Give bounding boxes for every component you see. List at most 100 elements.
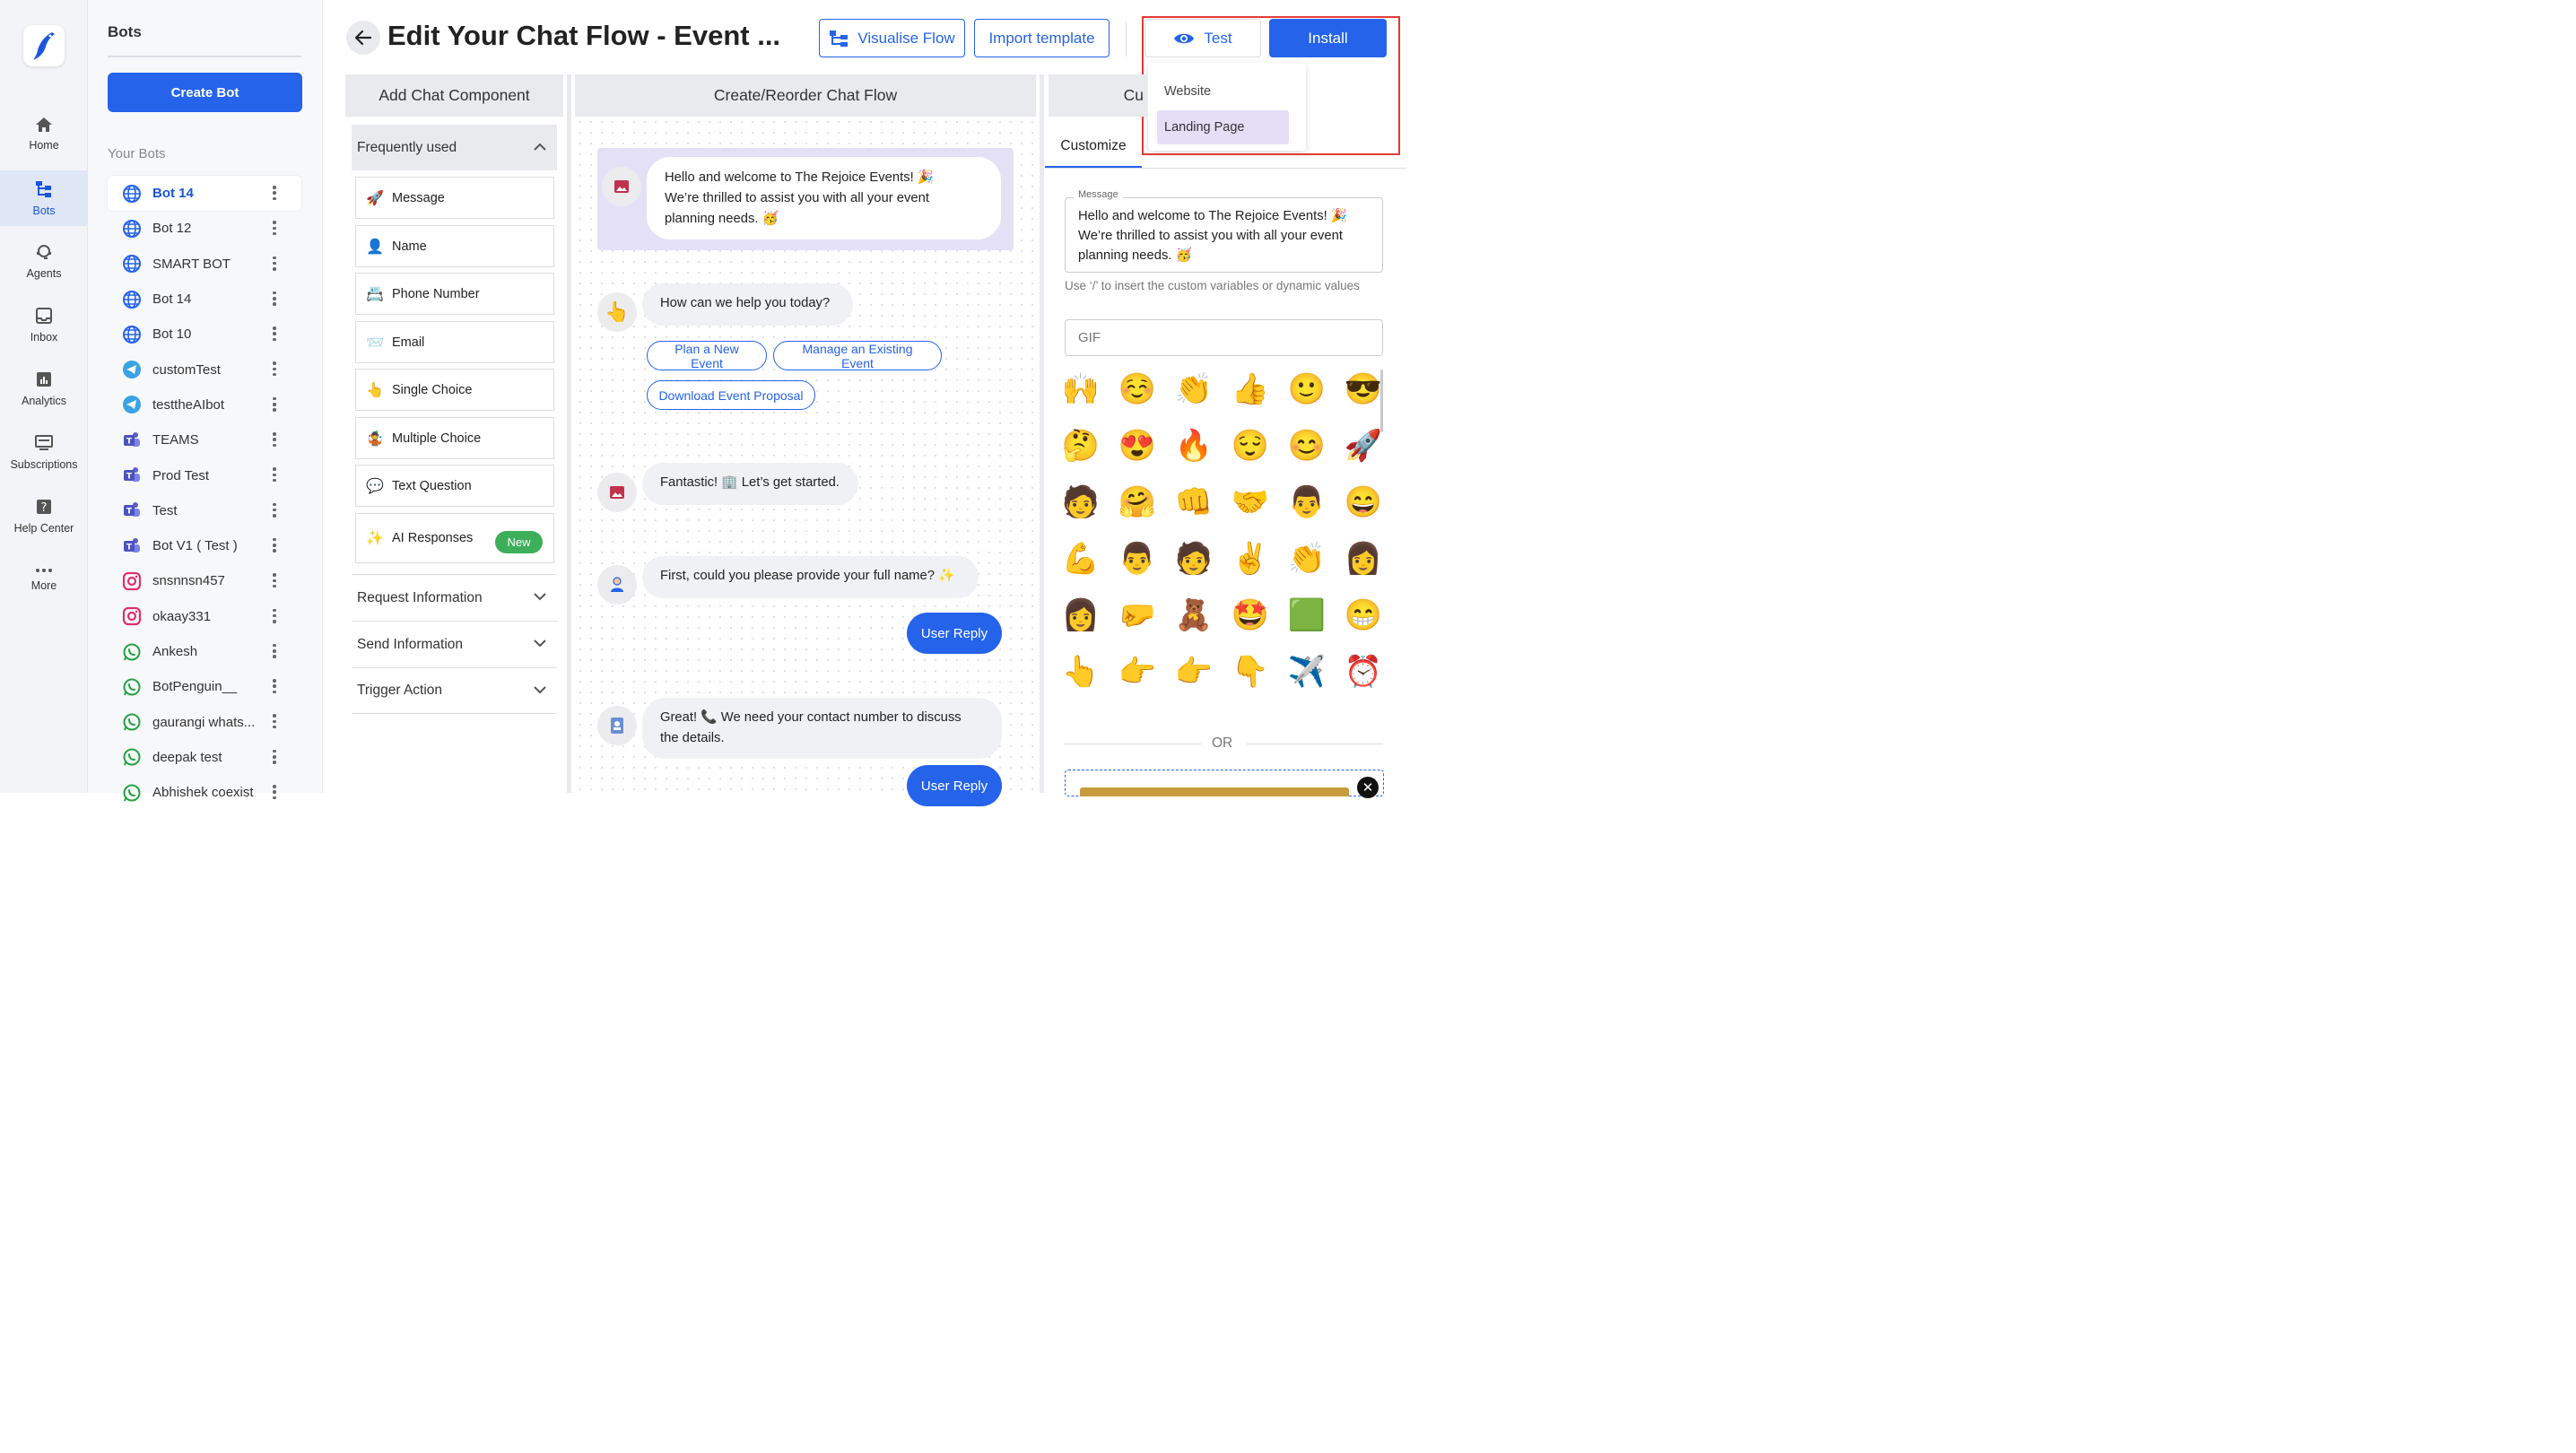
bot-list-item[interactable]: Bot 10 xyxy=(108,317,301,352)
bot-list-item[interactable]: okaay331 xyxy=(108,599,301,634)
emoji-option[interactable]: 🙌 xyxy=(1061,370,1101,409)
emoji-option[interactable]: 👩 xyxy=(1061,596,1101,635)
bot-list-item[interactable]: snsnnsn457 xyxy=(108,563,301,598)
emoji-option[interactable]: 👉 xyxy=(1118,652,1157,692)
emoji-option[interactable]: ✌️ xyxy=(1231,539,1270,579)
flow-message-welcome[interactable]: Hello and welcome to The Rejoice Events!… xyxy=(647,157,1001,239)
flow-message-contact[interactable]: Great! 📞 We need your contact number to … xyxy=(642,698,1002,759)
emoji-option[interactable]: ⏰ xyxy=(1344,652,1383,692)
component-text-question[interactable]: 💬 Text Question xyxy=(355,465,554,507)
nav-subscriptions[interactable]: Subscriptions xyxy=(0,424,88,480)
bot-list-item[interactable]: T Bot V1 ( Test ) xyxy=(108,528,301,563)
close-icon[interactable]: ✕ xyxy=(1357,777,1379,798)
create-bot-button[interactable]: Create Bot xyxy=(108,73,302,112)
more-options-icon[interactable] xyxy=(273,467,276,483)
user-reply-bubble[interactable]: User Reply xyxy=(907,765,1002,806)
emoji-option[interactable]: 😁 xyxy=(1344,596,1383,635)
emoji-option[interactable]: 👇 xyxy=(1231,652,1270,692)
more-options-icon[interactable] xyxy=(273,256,276,271)
more-options-icon[interactable] xyxy=(273,432,276,448)
nav-agents[interactable]: Agents xyxy=(0,233,88,289)
bot-list-item[interactable]: Abhishek coexist xyxy=(108,775,301,810)
section-trigger-action[interactable]: Trigger Action xyxy=(352,667,557,714)
more-options-icon[interactable] xyxy=(273,502,276,518)
nav-help-center[interactable]: ? Help Center xyxy=(0,488,88,544)
more-options-icon[interactable] xyxy=(273,396,276,412)
more-options-icon[interactable] xyxy=(273,643,276,658)
emoji-option[interactable]: 🟩 xyxy=(1287,596,1327,635)
bot-list-item[interactable]: gaurangi whats... xyxy=(108,704,301,739)
emoji-option[interactable]: 😍 xyxy=(1118,426,1157,465)
bot-list-item[interactable]: SMART BOT xyxy=(108,247,301,282)
gif-search-input[interactable] xyxy=(1065,319,1383,356)
flow-message-question[interactable]: How can we help you today? xyxy=(642,283,853,326)
test-button[interactable]: Test xyxy=(1144,19,1261,57)
emoji-option[interactable]: 🧑 xyxy=(1174,539,1214,579)
emoji-option[interactable]: 👨 xyxy=(1287,483,1327,522)
bot-list-item[interactable]: Ankesh xyxy=(108,634,301,669)
emoji-option[interactable]: 🙂 xyxy=(1287,370,1327,409)
more-options-icon[interactable] xyxy=(273,749,276,764)
bot-list-item[interactable]: Bot 14 xyxy=(108,282,301,317)
more-options-icon[interactable] xyxy=(273,291,276,306)
emoji-option[interactable]: 😊 xyxy=(1287,426,1327,465)
more-options-icon[interactable] xyxy=(273,361,276,377)
component-message[interactable]: 🚀 Message xyxy=(355,177,554,219)
emoji-option[interactable]: 🤔 xyxy=(1061,426,1101,465)
dropdown-item-website[interactable]: Website xyxy=(1157,74,1289,109)
bot-list-item[interactable]: Bot 14 xyxy=(108,176,301,212)
flow-message-name[interactable]: First, could you please provide your ful… xyxy=(642,556,979,598)
more-options-icon[interactable] xyxy=(273,714,276,729)
component-name[interactable]: 👤 Name xyxy=(355,225,554,267)
emoji-option[interactable]: 👉 xyxy=(1174,652,1214,692)
emoji-option[interactable]: 💪 xyxy=(1061,539,1101,579)
bot-list-item[interactable]: Bot 12 xyxy=(108,211,301,246)
emoji-option[interactable]: 🤩 xyxy=(1231,596,1270,635)
more-options-icon[interactable] xyxy=(273,221,276,236)
bot-list-item[interactable]: testtheAIbot xyxy=(108,387,301,422)
nav-more[interactable]: More xyxy=(0,552,88,607)
emoji-option[interactable]: 😎 xyxy=(1344,370,1383,409)
choice-manage-existing-event[interactable]: Manage an Existing Event xyxy=(773,341,942,370)
component-multiple-choice[interactable]: 🤹 Multiple Choice xyxy=(355,417,554,459)
bot-list-item[interactable]: T TEAMS xyxy=(108,422,301,457)
emoji-option[interactable]: 👏 xyxy=(1174,370,1214,409)
emoji-option[interactable]: 👆 xyxy=(1061,652,1101,692)
more-options-icon[interactable] xyxy=(273,785,276,800)
emoji-option[interactable]: 🔥 xyxy=(1174,426,1214,465)
emoji-scrollbar[interactable] xyxy=(1380,370,1383,432)
section-send-information[interactable]: Send Information xyxy=(352,621,557,667)
user-reply-bubble[interactable]: User Reply xyxy=(907,613,1002,654)
section-request-information[interactable]: Request Information xyxy=(352,574,557,621)
bot-list-item[interactable]: BotPenguin__ xyxy=(108,669,301,704)
emoji-option[interactable]: 👊 xyxy=(1174,483,1214,522)
emoji-option[interactable]: 👩 xyxy=(1344,539,1383,579)
more-options-icon[interactable] xyxy=(273,608,276,623)
bot-list-item[interactable]: T Test xyxy=(108,493,301,528)
nav-analytics[interactable]: Analytics xyxy=(0,361,88,416)
choice-download-event-proposal[interactable]: Download Event Proposal xyxy=(647,380,815,410)
choice-plan-new-event[interactable]: Plan a New Event xyxy=(647,341,767,370)
component-ai-responses[interactable]: ✨ AI Responses New xyxy=(355,513,554,563)
emoji-option[interactable]: 🧑 xyxy=(1061,483,1101,522)
component-email[interactable]: 📨 Email xyxy=(355,321,554,363)
emoji-option[interactable]: 🚀 xyxy=(1344,426,1383,465)
nav-inbox[interactable]: Inbox xyxy=(0,297,88,352)
emoji-option[interactable]: 👏 xyxy=(1287,539,1327,579)
message-textarea[interactable]: Hello and welcome to The Rejoice Events!… xyxy=(1065,197,1383,273)
emoji-option[interactable]: ☺️ xyxy=(1118,370,1157,409)
emoji-option[interactable]: 👨 xyxy=(1118,539,1157,579)
install-button[interactable]: Install xyxy=(1269,19,1387,57)
emoji-option[interactable]: 🧸 xyxy=(1174,596,1214,635)
more-options-icon[interactable] xyxy=(273,573,276,588)
app-logo[interactable] xyxy=(23,25,65,66)
emoji-option[interactable]: 🤝 xyxy=(1231,483,1270,522)
bot-list-item[interactable]: customTest xyxy=(108,352,301,387)
bot-list-item[interactable]: deepak test xyxy=(108,740,301,775)
emoji-option[interactable]: 😄 xyxy=(1344,483,1383,522)
visualise-flow-button[interactable]: Visualise Flow xyxy=(819,19,965,57)
more-options-icon[interactable] xyxy=(273,186,276,200)
component-phone-number[interactable]: 📇 Phone Number xyxy=(355,273,554,315)
back-button[interactable] xyxy=(346,21,380,55)
dropdown-item-landing-page[interactable]: Landing Page xyxy=(1157,110,1289,144)
